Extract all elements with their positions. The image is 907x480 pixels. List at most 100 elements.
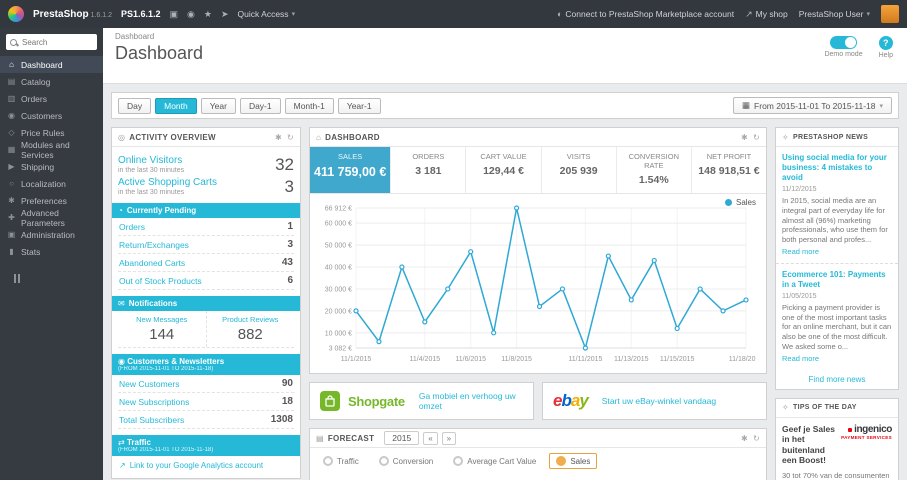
sidebar-item-dashboard[interactable]: ⌂ Dashboard <box>0 56 103 73</box>
filter-day-button[interactable]: Day <box>118 97 152 114</box>
demo-mode-toggle[interactable] <box>830 36 858 49</box>
forecast-prev-button[interactable]: « <box>423 431 438 445</box>
prestashop-logo[interactable] <box>8 6 24 22</box>
quick-access-menu[interactable]: Quick Access ▾ <box>238 9 296 19</box>
notification-icon: ✉ <box>118 299 125 308</box>
ebay-logo: ebay <box>553 391 589 411</box>
out-of-stock-link[interactable]: Out of Stock Products <box>119 276 202 286</box>
new-subscriptions-link[interactable]: New Subscriptions <box>119 397 189 407</box>
kpi-cart-value[interactable]: Cart Value 129,44 € <box>466 147 542 193</box>
catalog-icon: ▤ <box>7 77 16 86</box>
news-article-title[interactable]: Using social media for your business: 4 … <box>782 153 892 183</box>
gear-icon[interactable]: ✱ <box>741 434 748 443</box>
external-link-icon: ↗ <box>119 461 126 470</box>
online-visitors-link[interactable]: Online Visitors <box>118 155 184 166</box>
sales-chart: Sales 11/1/2015 11/4/2015 11/6/2015 11/8/20… <box>310 194 766 373</box>
search-input[interactable] <box>20 36 93 48</box>
user-menu[interactable]: PrestaShop User ▾ <box>799 9 870 19</box>
filter-year-1-button[interactable]: Year-1 <box>337 97 381 114</box>
sidebar-item-price-rules[interactable]: ◇ Price Rules <box>0 124 103 141</box>
total-subscribers-value: 1308 <box>270 414 293 425</box>
localization-icon: ○ <box>9 179 14 188</box>
news-panel: ✧ PRESTASHOP NEWS Using social media for… <box>775 127 899 390</box>
gear-icon[interactable]: ✱ <box>741 133 748 142</box>
active-carts-link[interactable]: Active Shopping Carts <box>118 177 217 188</box>
customer-icon[interactable]: ◉ <box>187 9 195 20</box>
kpi-sales[interactable]: Sales 411 759,00 € <box>310 147 392 193</box>
sidebar-item-localization[interactable]: ○ Localization <box>0 175 103 192</box>
marketplace-connect-link[interactable]: ◐ Connect to PrestaShop Marketplace accou… <box>557 9 734 19</box>
kpi-visits[interactable]: Visits 205 939 <box>542 147 617 193</box>
online-visitors-value: 32 <box>275 155 294 174</box>
new-customers-link[interactable]: New Customers <box>119 379 179 389</box>
filter-month-button[interactable]: Month <box>155 97 197 114</box>
kpi-net-profit[interactable]: Net Profit 148 918,51 € <box>692 147 766 193</box>
sidebar-item-stats[interactable]: ▮ Stats <box>0 243 103 260</box>
chart-legend[interactable]: Sales <box>724 198 756 207</box>
abandoned-carts-link[interactable]: Abandoned Carts <box>119 258 185 268</box>
kpi-label: Cart Value <box>480 152 527 161</box>
shopgate-link[interactable]: Ga mobiel en verhoog uw omzet <box>419 391 523 411</box>
rocket-icon[interactable]: ➤ <box>221 9 229 20</box>
forecast-chip-traffic[interactable]: Traffic <box>316 453 366 469</box>
kpi-conversion-rate[interactable]: Conversion Rate 1.54% <box>617 147 692 193</box>
sidebar-item-catalog[interactable]: ▤ Catalog <box>0 73 103 90</box>
ebay-link[interactable]: Start uw eBay-winkel vandaag <box>602 396 716 406</box>
sidebar-item-orders[interactable]: ▥ Orders <box>0 90 103 107</box>
forecast-next-button[interactable]: » <box>441 431 457 445</box>
kpi-orders[interactable]: Orders 3 181 <box>391 147 467 193</box>
help-icon[interactable]: ? <box>878 36 893 50</box>
filter-month-1-button[interactable]: Month-1 <box>284 97 334 114</box>
sidebar-item-modules[interactable]: ▦ Modules and Services <box>0 140 103 160</box>
new-messages-cell[interactable]: New Messages 144 <box>118 311 207 347</box>
refresh-icon[interactable]: ↻ <box>287 133 294 142</box>
total-subscribers-link[interactable]: Total Subscribers <box>119 415 184 425</box>
find-more-news-link[interactable]: Find more news <box>776 370 898 389</box>
content: Day Month Year Day-1 Month-1 Year-1 ▦ Fr… <box>103 84 907 480</box>
read-more-link[interactable]: Read more <box>782 247 892 256</box>
read-more-link[interactable]: Read more <box>782 354 892 363</box>
product-reviews-cell[interactable]: Product Reviews 882 <box>207 311 295 347</box>
kpi-label: Conversion Rate <box>628 152 679 170</box>
date-range-button[interactable]: ▦ From 2015-11-01 To 2015-11-18 ▾ <box>733 97 892 114</box>
currently-pending-banner: ◔ Currently Pending <box>112 203 300 218</box>
shop-icon[interactable]: ▣ <box>170 9 179 20</box>
sidebar-item-label: Administration <box>21 229 75 240</box>
traffic-icon: ⇄ <box>118 438 125 447</box>
forecast-chip-conversion[interactable]: Conversion <box>372 453 440 469</box>
star-icon[interactable]: ★ <box>204 9 212 20</box>
svg-text:20 000 €: 20 000 € <box>325 308 352 315</box>
sidebar-item-preferences[interactable]: ✱ Preferences <box>0 192 103 209</box>
forecast-chip-average-cart-value[interactable]: Average Cart Value <box>446 453 543 469</box>
sidebar-collapse-button[interactable] <box>14 274 103 283</box>
shipping-icon: ▶ <box>8 162 15 171</box>
pending-orders-link[interactable]: Orders <box>119 222 145 232</box>
sidebar-item-administration[interactable]: ▣ Administration <box>0 226 103 243</box>
legend-ring-icon <box>556 456 567 466</box>
filter-day-1-button[interactable]: Day-1 <box>239 97 281 114</box>
news-article-title[interactable]: Ecommerce 101: Payments in a Tweet <box>782 270 892 290</box>
ingenico-brand: ingenico <box>840 424 892 435</box>
total-subscribers-row: Total Subscribers 1308 <box>118 411 294 429</box>
forecast-year-select[interactable]: 2015 <box>384 431 420 445</box>
my-shop-link[interactable]: ↗ My shop <box>745 9 788 20</box>
brand-version: 1.6.1.2 <box>90 11 112 19</box>
gear-icon[interactable]: ✱ <box>275 133 282 142</box>
sidebar-item-label: Dashboard <box>21 59 63 70</box>
sidebar-item-label: Orders <box>21 93 47 104</box>
pending-returns-link[interactable]: Return/Exchanges <box>119 240 189 250</box>
sidebar-item-label: Shipping <box>21 161 55 172</box>
avatar[interactable] <box>881 5 899 23</box>
refresh-icon[interactable]: ↻ <box>753 434 760 443</box>
filter-year-button[interactable]: Year <box>200 97 236 114</box>
forecast-chip-sales[interactable]: Sales <box>549 453 598 469</box>
google-analytics-link[interactable]: ↗ Link to your Google Analytics account <box>118 456 294 472</box>
marketplace-icon: ◐ <box>556 9 563 19</box>
forecast-body <box>310 474 766 480</box>
online-visitors-sub: in the last 30 minutes <box>118 167 185 174</box>
sidebar-item-shipping[interactable]: ▶ Shipping <box>0 158 103 175</box>
sidebar-item-customers[interactable]: ◉ Customers <box>0 107 103 124</box>
sidebar-item-advanced-parameters[interactable]: ✚ Advanced Parameters <box>0 208 103 228</box>
legend-dot <box>724 199 732 206</box>
refresh-icon[interactable]: ↻ <box>753 133 760 142</box>
